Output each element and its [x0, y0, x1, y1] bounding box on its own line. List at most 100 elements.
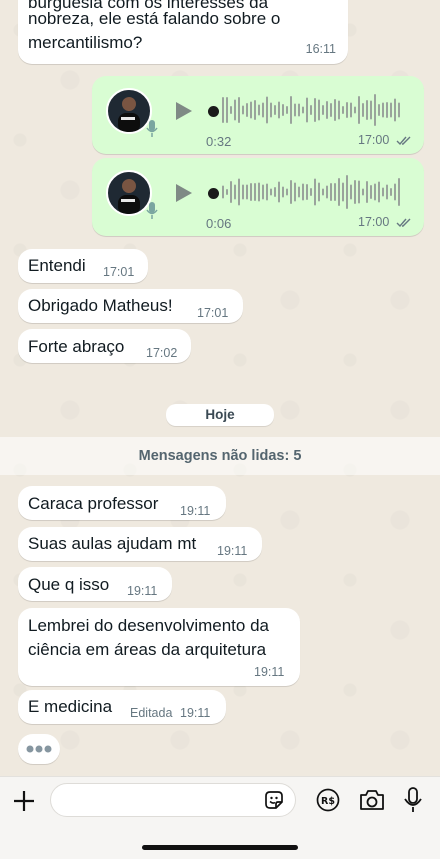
waveform-bar — [346, 102, 348, 118]
voice-message[interactable]: 0:32 17:00 — [92, 76, 424, 154]
typing-dots-icon — [26, 745, 52, 753]
waveform-bar — [358, 96, 360, 124]
message-text: Obrigado Matheus! — [28, 296, 173, 315]
message-time: 17:01 — [103, 265, 135, 279]
waveform-bar — [298, 186, 300, 198]
message-text: nobreza, ele está falando sobre o — [28, 9, 281, 28]
chat-area[interactable]: burguesia com os interesses da nobreza, … — [0, 0, 440, 776]
message-bubble[interactable]: burguesia com os interesses da nobreza, … — [18, 0, 348, 64]
play-icon[interactable] — [176, 102, 192, 120]
waveform-bar — [330, 183, 332, 201]
playback-handle[interactable] — [208, 106, 219, 117]
message-bubble[interactable]: Suas aulas ajudam mt 19:11 — [18, 527, 262, 561]
message-time: 19:11 — [180, 706, 211, 720]
voice-message[interactable]: 0:06 17:00 — [92, 158, 424, 236]
read-receipt-icon — [396, 218, 411, 228]
waveform-bar — [270, 102, 272, 118]
camera-icon[interactable] — [358, 788, 386, 812]
waveform-bar — [382, 187, 384, 197]
waveform-bar — [322, 188, 324, 196]
waveform-bar — [290, 96, 292, 124]
waveform-bar — [222, 185, 224, 199]
waveform-bar — [258, 104, 260, 116]
waveform-bar — [386, 102, 388, 118]
sticker-icon[interactable] — [263, 789, 285, 811]
message-bubble[interactable]: Entendi 17:01 — [18, 249, 148, 283]
waveform-bar — [266, 96, 268, 124]
waveform-bar — [262, 184, 264, 200]
message-time: 16:11 — [305, 42, 336, 56]
waveform-bar — [302, 106, 304, 114]
waveform-bar — [342, 182, 344, 202]
waveform-bar — [338, 100, 340, 120]
message-bubble[interactable]: Obrigado Matheus! 17:01 — [18, 289, 243, 323]
waveform-bar — [242, 105, 244, 115]
waveform-bar — [286, 106, 288, 114]
waveform-bar — [366, 181, 368, 203]
waveform-bar — [398, 102, 400, 118]
plus-icon[interactable] — [12, 789, 36, 813]
message-text: Entendi — [28, 256, 86, 275]
waveform-bar — [354, 180, 356, 204]
message-time: 19:11 — [217, 544, 248, 558]
mic-icon[interactable] — [403, 786, 423, 814]
waveform-bar — [350, 102, 352, 118]
waveform-bar — [378, 104, 380, 116]
voice-duration: 0:06 — [206, 216, 232, 231]
waveform-bar — [394, 98, 396, 122]
svg-text:R$: R$ — [321, 796, 335, 807]
waveform-bar — [334, 99, 336, 121]
waveform-bar — [370, 185, 372, 199]
waveform-bar — [246, 184, 248, 200]
rs-icon[interactable]: R$ — [316, 788, 340, 812]
waveform-bar — [350, 184, 352, 200]
waveform-bar — [298, 103, 300, 117]
waveform-bar — [394, 183, 396, 201]
waveform-bar — [302, 183, 304, 201]
message-bubble[interactable]: Forte abraço 17:02 — [18, 329, 191, 363]
waveform-bar — [346, 175, 348, 209]
waveform-bar — [310, 188, 312, 196]
waveform-bar — [222, 97, 224, 123]
waveform-bar — [226, 97, 228, 123]
composer-bar: R$ — [0, 776, 440, 859]
read-receipt-icon — [396, 136, 411, 146]
message-text: Suas aulas ajudam mt — [28, 534, 197, 553]
message-time: 17:00 — [358, 133, 390, 147]
message-bubble[interactable]: Lembrei do desenvolvimento da ciência em… — [18, 608, 300, 686]
waveform-bar — [282, 186, 284, 198]
waveform-bar — [318, 99, 320, 121]
waveform-bar — [246, 103, 248, 117]
waveform-bar — [234, 184, 236, 200]
typing-indicator — [18, 734, 60, 764]
message-bubble[interactable]: Caraca professor 19:11 — [18, 486, 226, 520]
waveform-bar — [306, 97, 308, 123]
waveform-bar — [362, 188, 364, 196]
message-bubble[interactable]: Que q isso 19:11 — [18, 567, 172, 601]
waveform[interactable] — [222, 172, 402, 212]
waveform-bar — [238, 178, 240, 206]
playback-handle[interactable] — [208, 188, 219, 199]
waveform-bar — [342, 106, 344, 114]
message-input[interactable] — [50, 783, 296, 817]
message-bubble[interactable]: E medicina Editada 19:11 — [18, 690, 226, 724]
message-text: ciência em áreas da arquitetura — [28, 640, 267, 659]
waveform-bar — [286, 188, 288, 196]
waveform-bar — [250, 183, 252, 201]
message-time: 17:00 — [358, 215, 390, 229]
waveform-bar — [230, 106, 232, 114]
waveform-bar — [274, 105, 276, 115]
waveform-bar — [370, 100, 372, 120]
message-text: Forte abraço — [28, 337, 125, 356]
message-text: Que q isso — [28, 575, 110, 594]
waveform-bar — [362, 103, 364, 117]
waveform[interactable] — [222, 90, 402, 130]
waveform-bar — [374, 183, 376, 201]
message-time: 19:11 — [127, 584, 158, 598]
play-icon[interactable] — [176, 184, 192, 202]
waveform-bar — [322, 105, 324, 115]
waveform-bar — [314, 178, 316, 206]
waveform-bar — [318, 182, 320, 202]
waveform-bar — [242, 184, 244, 200]
waveform-bar — [330, 103, 332, 117]
